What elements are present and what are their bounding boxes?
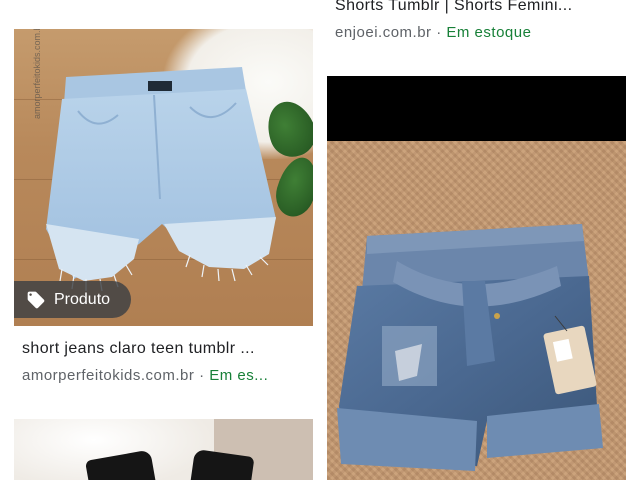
result-image-black-item[interactable] — [14, 419, 313, 480]
results-column-left: amorperfeitokids.com.br Produto short je… — [14, 0, 313, 480]
availability-label: Em es... — [209, 367, 269, 384]
denim-shorts-illustration — [337, 224, 603, 471]
result-domain[interactable]: enjoei.com.br — [335, 24, 432, 41]
image-watermark: amorperfeitokids.com.br — [32, 29, 42, 119]
result-image-light-denim-shorts[interactable]: amorperfeitokids.com.br Produto — [14, 29, 313, 326]
meta-separator: · — [194, 367, 210, 384]
results-column-right: Shorts Tumblr | Shorts Femini... enjoei.… — [327, 0, 626, 480]
result-title[interactable]: Shorts Tumblr | Shorts Femini... — [335, 0, 620, 15]
availability-label: Em estoque — [446, 24, 532, 41]
result-source: enjoei.com.br · Em estoque — [335, 24, 622, 41]
result-image-denim-belted-shorts[interactable] — [327, 76, 626, 480]
result-source: amorperfeitokids.com.br · Em es... — [22, 367, 309, 384]
result-domain[interactable]: amorperfeitokids.com.br — [22, 367, 194, 384]
meta-separator: · — [431, 24, 447, 41]
tag-icon — [27, 291, 45, 308]
result-title[interactable]: short jeans claro teen tumblr ... — [22, 340, 307, 358]
product-badge: Produto — [14, 281, 131, 318]
product-badge-label: Produto — [54, 290, 111, 308]
